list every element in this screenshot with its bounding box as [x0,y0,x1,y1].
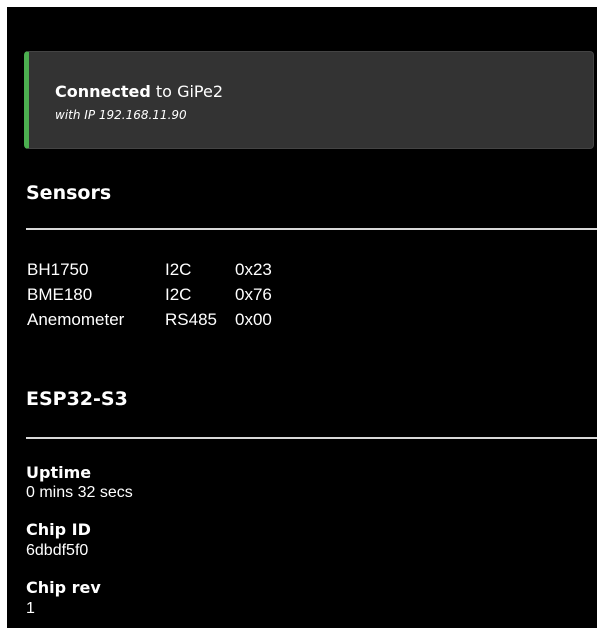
chip-id-label: Chip ID [26,520,91,539]
sensor-row: BME180 I2C 0x76 [27,282,276,307]
sensor-bus: I2C [165,259,192,279]
sensor-address: 0x00 [235,309,272,329]
sensor-row: Anemometer RS485 0x00 [27,307,276,332]
sensor-name: Anemometer [27,309,125,329]
sensor-address: 0x76 [235,284,272,304]
connection-connector: to [155,82,172,101]
chip-rev-value: 1 [26,600,35,617]
sensors-heading: Sensors [26,182,112,204]
sensor-name: BME180 [27,284,93,304]
device-divider [26,437,597,439]
chip-rev-label: Chip rev [26,578,101,597]
connection-status-word: Connected [55,82,151,101]
uptime-value: 0 mins 32 secs [26,484,133,501]
sensor-address: 0x23 [235,259,272,279]
sensor-name: BH1750 [27,259,89,279]
sensors-divider [26,228,597,230]
sensor-row: BH1750 I2C 0x23 [27,257,276,282]
sensor-table: BH1750 I2C 0x23 BME180 I2C 0x76 Anemomet… [27,257,276,332]
device-heading: ESP32-S3 [26,388,128,410]
status-page: Connected to GiPe2 with IP 192.168.11.90… [7,7,597,628]
connection-network-name: GiPe2 [177,82,224,101]
sensor-bus: RS485 [165,309,217,329]
sensor-bus: I2C [165,284,192,304]
connection-status-box: Connected to GiPe2 with IP 192.168.11.90 [24,51,594,149]
connection-status-line: Connected to GiPe2 [55,82,223,101]
uptime-label: Uptime [26,463,92,482]
connection-ip-line: with IP 192.168.11.90 [55,108,187,122]
chip-id-value: 6dbdf5f0 [26,542,89,559]
